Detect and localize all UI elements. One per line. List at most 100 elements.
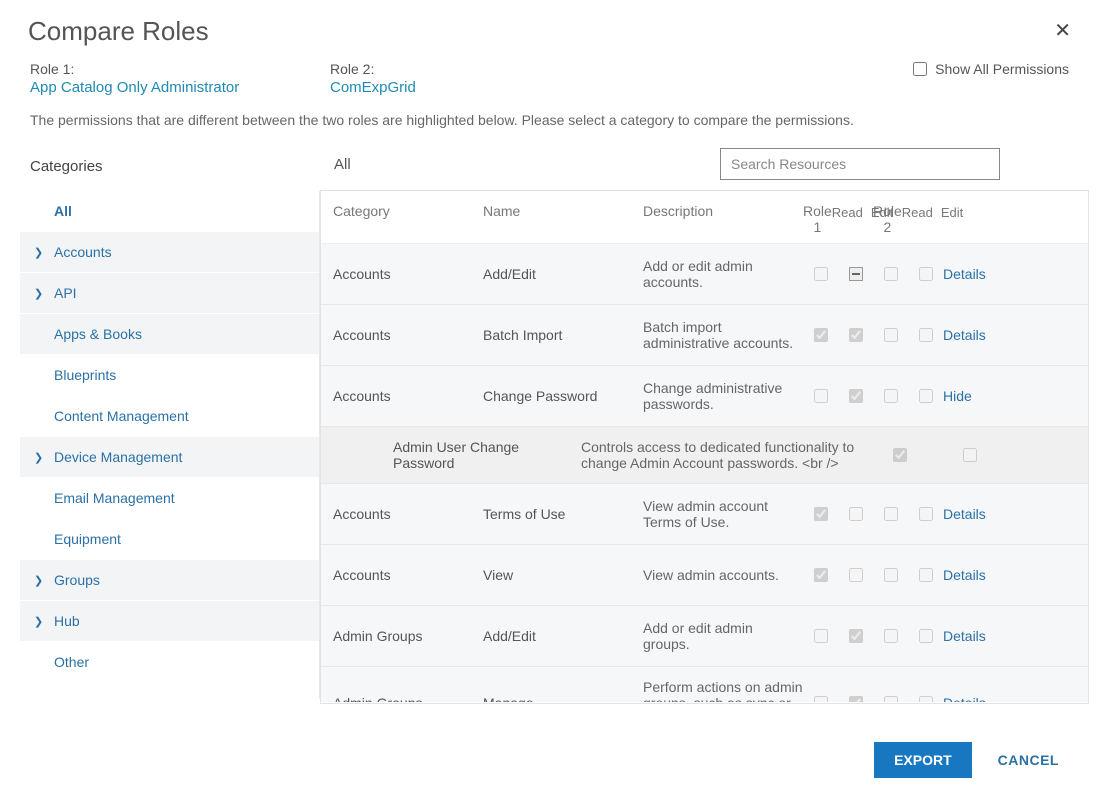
checkbox[interactable] [884,629,898,643]
sidebar-item[interactable]: ❯Blueprints [20,355,319,396]
sidebar-item[interactable]: ❯Email Management [20,478,319,519]
chevron-right-icon: ❯ [34,451,50,464]
sidebar-item-label: API [54,285,77,301]
checkbox[interactable] [849,507,863,521]
sidebar-item[interactable]: ❯All [20,191,319,232]
cell-category: Admin Groups [333,685,483,702]
sidebar-item-label: Apps & Books [54,326,142,342]
details-link[interactable]: Details [943,567,986,583]
details-link[interactable]: Details [943,695,986,702]
cell-desc: View admin account Terms of Use. [643,498,803,530]
sidebar-item[interactable]: ❯ Accounts [20,232,319,273]
sidebar-item[interactable]: ❯Groups [20,560,319,601]
role1-label: Role 1: [30,61,330,77]
table-row: AccountsChange PasswordChange administra… [321,366,1088,427]
cell-desc: Add or edit admin groups. [643,620,803,652]
table-row: AccountsTerms of UseView admin account T… [321,484,1088,545]
sidebar-item[interactable]: ❯Content Management [20,396,319,437]
categories-header: Categories [20,148,320,191]
sidebar-item-label: Device Management [54,449,182,465]
sidebar-item-label: Equipment [54,531,121,547]
cell-category: Accounts [333,317,483,353]
show-all-permissions[interactable]: Show All Permissions [913,61,1069,77]
subrow-name: Admin User Change Password [393,439,581,471]
details-link[interactable]: Details [943,266,986,282]
checkbox[interactable] [814,696,828,702]
sidebar-item[interactable]: ❯ Device Management [20,437,319,478]
cell-category: Accounts [333,378,483,414]
checkbox[interactable] [884,328,898,342]
cell-desc: Add or edit admin accounts. [643,258,803,290]
sidebar-item-label: Content Management [54,408,189,424]
checkbox[interactable] [814,507,828,521]
checkbox[interactable] [893,448,907,462]
checkbox[interactable] [884,267,898,281]
cell-name: Add/Edit [483,618,643,654]
sidebar-item-label: Hub [54,613,80,629]
checkbox[interactable] [884,389,898,403]
sidebar-item[interactable]: ❯Other [20,642,319,683]
checkbox[interactable] [919,507,933,521]
checkbox[interactable] [919,568,933,582]
cell-category: Accounts [333,496,483,532]
cell-category: Admin Groups [333,618,483,654]
sidebar-item-label: All [54,203,72,219]
subrow-desc: Controls access to dedicated functionali… [581,439,865,471]
cell-category: Accounts [333,557,483,593]
cell-name: Manage [483,685,643,702]
role2-label: Role 2: [330,61,630,77]
checkbox[interactable] [814,568,828,582]
checkbox[interactable] [919,629,933,643]
checkbox[interactable] [919,389,933,403]
table-row: AccountsViewView admin accounts.Details [321,545,1088,606]
details-link[interactable]: Details [943,628,986,644]
checkbox[interactable] [919,696,933,702]
export-button[interactable]: EXPORT [874,742,972,778]
cell-desc: Change administrative passwords. [643,380,803,412]
checkbox[interactable] [814,328,828,342]
checkbox[interactable] [814,389,828,403]
sidebar-item[interactable]: ❯API [20,273,319,314]
categories-scroll[interactable]: ❯All❯Accounts❯API❯Apps & Books❯Blueprint… [20,191,320,699]
checkbox[interactable] [884,696,898,702]
checkbox[interactable] [849,568,863,582]
cancel-button[interactable]: CANCEL [998,752,1059,768]
table-row: AccountsBatch ImportBatch import adminis… [321,305,1088,366]
details-link[interactable]: Details [943,506,986,522]
checkbox[interactable] [919,328,933,342]
search-input[interactable] [720,148,1000,180]
cell-name: Batch Import [483,317,643,353]
filter-label: All [330,156,720,173]
sidebar-item-label: Accounts [54,244,112,260]
table-body[interactable]: AccountsAdd/EditAdd or edit admin accoun… [321,244,1088,702]
checkbox[interactable] [849,629,863,643]
details-link[interactable]: Hide [943,388,972,404]
col-description: Description [643,203,803,235]
cell-name: Add/Edit [483,256,643,292]
table-row: AccountsAdd/EditAdd or edit admin accoun… [321,244,1088,305]
checkbox[interactable] [849,696,863,702]
checkbox-indeterminate[interactable] [849,267,863,281]
checkbox[interactable] [884,568,898,582]
checkbox[interactable] [963,448,977,462]
role2-name[interactable]: ComExpGrid [330,79,630,96]
checkbox[interactable] [849,389,863,403]
intro-text: The permissions that are different betwe… [10,100,1089,148]
checkbox[interactable] [884,507,898,521]
checkbox[interactable] [814,267,828,281]
page-title: Compare Roles [0,0,1099,53]
sidebar-item[interactable]: ❯Equipment [20,519,319,560]
table-row: Admin User Change PasswordControls acces… [321,427,1088,484]
chevron-right-icon: ❯ [34,246,50,259]
sidebar-item-label: Email Management [54,490,175,506]
show-all-checkbox[interactable] [913,62,927,76]
details-link[interactable]: Details [943,327,986,343]
close-icon[interactable]: ✕ [1054,18,1071,43]
content-scroll[interactable]: Role 1: App Catalog Only Administrator R… [10,53,1089,733]
checkbox[interactable] [919,267,933,281]
checkbox[interactable] [814,629,828,643]
role1-name[interactable]: App Catalog Only Administrator [30,79,330,96]
sidebar-item[interactable]: ❯Apps & Books [20,314,319,355]
checkbox[interactable] [849,328,863,342]
sidebar-item[interactable]: ❯Hub [20,601,319,642]
